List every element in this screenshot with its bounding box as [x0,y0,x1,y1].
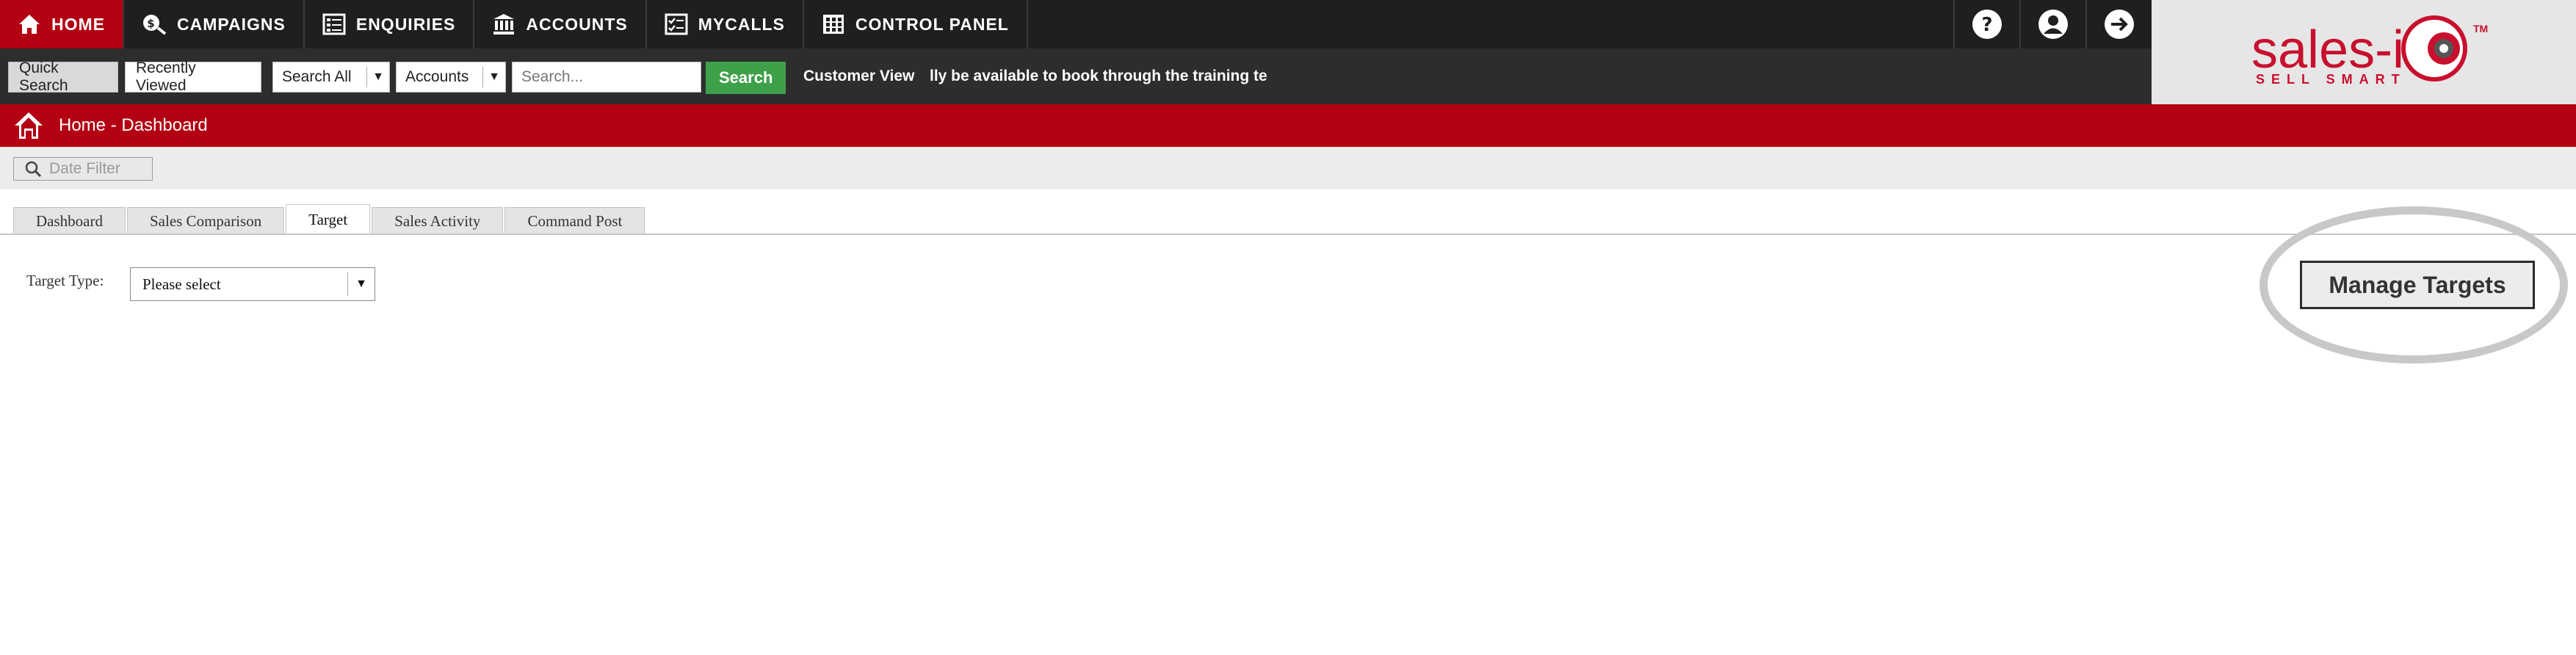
dropdown-arrow-icon: ▼ [366,67,389,87]
search-icon [25,161,42,178]
manage-targets-button[interactable]: Manage Targets [2300,261,2535,309]
home-icon [19,15,40,34]
news-ticker: lly be available to book through the tra… [930,68,1267,84]
nav-control-panel[interactable]: CONTROL PANEL [804,0,1028,48]
svg-text:sales-i: sales-i [2251,21,2404,79]
target-type-value: Please select [142,275,221,293]
nav-enquiries[interactable]: ENQUIRIES [305,0,475,48]
breadcrumb: Home - Dashboard [59,115,208,135]
search-entity-value: Accounts [405,68,469,85]
date-filter-button[interactable]: Date Filter [13,157,153,181]
tab-bar: Dashboard Sales Comparison Target Sales … [13,204,646,235]
home-icon[interactable] [13,111,44,140]
tab-command-post[interactable]: Command Post [504,207,645,235]
tab-sales-comparison[interactable]: Sales Comparison [126,207,285,235]
help-icon: ? [1972,10,2002,39]
nav-label: MYCALLS [698,14,785,34]
search-scope-value: Search All [282,68,352,85]
main-nav: HOME $ CAMPAIGNS ENQUIRIES ACCOUNTS MYCA… [0,0,2152,48]
tab-divider [0,234,2576,235]
svg-text:TM: TM [2473,23,2488,35]
nav-label: ACCOUNTS [526,14,628,34]
control-panel-icon [822,15,844,34]
logout-icon [2105,10,2134,39]
user-profile-icon [2038,10,2068,39]
user-profile-button[interactable] [2019,0,2085,48]
campaigns-icon: $ [143,15,167,35]
nav-label: HOME [51,14,105,34]
tab-dashboard[interactable]: Dashboard [13,207,126,235]
recently-viewed-button[interactable]: Recently Viewed [125,59,261,94]
sales-i-logo: sales-i SELL SMART TM [2152,0,2576,104]
breadcrumb-bar: Home - Dashboard [0,104,2576,147]
quick-search-button[interactable]: Quick Search [8,59,118,94]
date-filter-label: Date Filter [49,160,120,177]
mycalls-icon [665,13,688,35]
search-button[interactable]: Search [706,62,786,94]
svg-text:SELL SMART: SELL SMART [2256,72,2406,87]
nav-label: ENQUIRIES [355,14,456,34]
enquiries-icon [322,13,346,35]
customer-view-link[interactable]: Customer View [803,68,914,85]
search-input[interactable] [512,62,701,93]
nav-label: CONTROL PANEL [855,14,1009,34]
target-type-label: Target Type: [26,272,104,289]
nav-label: CAMPAIGNS [177,14,286,34]
svg-text:$: $ [147,17,155,30]
nav-accounts[interactable]: ACCOUNTS [474,0,647,48]
nav-campaigns[interactable]: $ CAMPAIGNS [124,0,305,48]
help-button[interactable]: ? [1953,0,2019,48]
accounts-icon [493,14,515,35]
logout-button[interactable] [2085,0,2152,48]
svg-text:?: ? [1981,14,1992,36]
nav-mycalls[interactable]: MYCALLS [647,0,804,48]
search-entity-select[interactable]: Accounts ▼ [396,62,506,93]
search-toolbar: Quick Search Recently Viewed Search All … [0,48,2152,104]
top-header: HOME $ CAMPAIGNS ENQUIRIES ACCOUNTS MYCA… [0,0,2152,104]
tab-target[interactable]: Target [286,204,371,235]
dropdown-arrow-icon: ▼ [347,272,375,296]
logo-graphic: sales-i SELL SMART TM [2251,15,2488,87]
nav-home[interactable]: HOME [0,0,124,48]
dropdown-arrow-icon: ▼ [482,67,505,87]
tab-sales-activity[interactable]: Sales Activity [372,207,504,235]
target-type-select[interactable]: Please select ▼ [130,267,375,301]
filter-bar: Date Filter [0,147,2576,189]
search-scope-select[interactable]: Search All ▼ [272,62,390,93]
